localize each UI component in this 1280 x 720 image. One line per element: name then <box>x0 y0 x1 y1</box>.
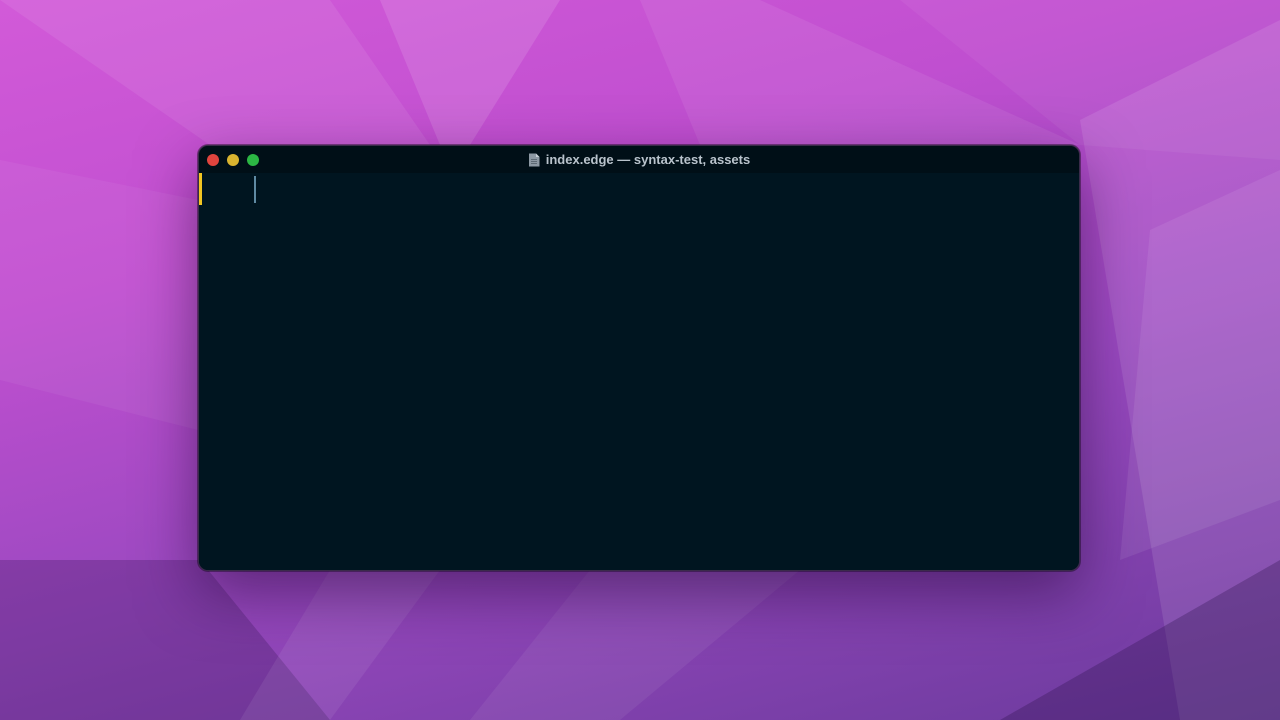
editor-window[interactable]: index.edge — syntax-test, assets <box>198 145 1080 571</box>
current-line-marker <box>199 173 202 205</box>
title-container: index.edge — syntax-test, assets <box>199 146 1079 173</box>
title-bar[interactable]: index.edge — syntax-test, assets <box>199 146 1079 173</box>
document-icon <box>528 153 540 167</box>
text-cursor <box>254 176 256 203</box>
editor-area[interactable] <box>199 173 1079 570</box>
window-title: index.edge — syntax-test, assets <box>545 152 751 167</box>
